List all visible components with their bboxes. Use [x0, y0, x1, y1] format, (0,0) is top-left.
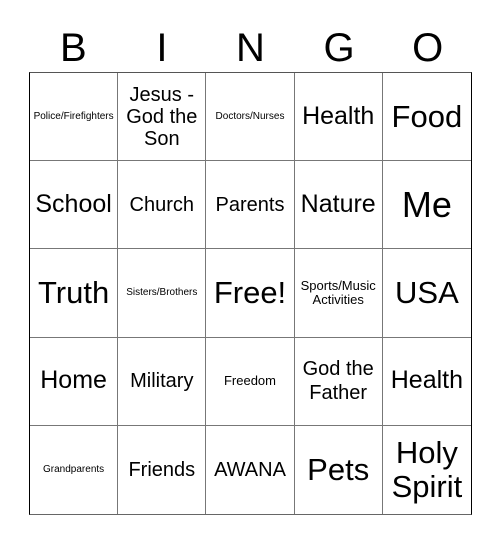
header-letter-b: B — [59, 26, 87, 70]
bingo-cell[interactable]: Friends — [118, 425, 207, 514]
header-letter-o: O — [412, 26, 444, 70]
bingo-cell[interactable]: Police/Firefighters — [30, 73, 119, 162]
bingo-cell[interactable]: God the Father — [294, 337, 383, 426]
bingo-cell[interactable]: Holy Spirit — [383, 426, 471, 514]
bingo-cell[interactable]: Church — [118, 161, 207, 250]
bingo-cell[interactable]: USA — [382, 249, 471, 338]
bingo-cell[interactable]: Me — [382, 161, 471, 250]
bingo-cell[interactable]: Doctors/Nurses — [206, 73, 295, 162]
bingo-cell[interactable]: AWANA — [206, 425, 295, 514]
bingo-grid: Police/Firefighters Jesus - God the Son … — [29, 72, 472, 515]
bingo-cell[interactable]: Health — [382, 338, 471, 426]
bingo-cell[interactable]: Home — [30, 337, 119, 426]
bingo-cell[interactable]: Health — [294, 73, 383, 162]
header-letter-g: G — [323, 26, 355, 70]
bingo-cell[interactable]: Freedom — [206, 337, 295, 426]
bingo-cell[interactable]: Food — [382, 73, 471, 162]
bingo-cell[interactable]: Sports/Music Activities — [294, 249, 383, 338]
bingo-cell[interactable]: Grandparents — [30, 425, 119, 514]
header-letter-n: N — [236, 26, 265, 70]
bingo-cell[interactable]: Jesus - God the Son — [118, 73, 207, 162]
bingo-header: B I N G O — [29, 24, 472, 72]
bingo-cell[interactable]: Military — [118, 337, 207, 426]
header-letter-i: I — [156, 26, 168, 70]
bingo-cell[interactable]: Parents — [206, 161, 295, 250]
bingo-cell[interactable]: Truth — [30, 249, 119, 338]
free-space-cell[interactable]: Free! — [206, 249, 295, 338]
bingo-cell[interactable]: Nature — [294, 161, 383, 250]
bingo-cell[interactable]: School — [30, 161, 119, 250]
bingo-cell[interactable]: Sisters/Brothers — [118, 249, 207, 338]
bingo-cell[interactable]: Pets — [295, 425, 383, 514]
